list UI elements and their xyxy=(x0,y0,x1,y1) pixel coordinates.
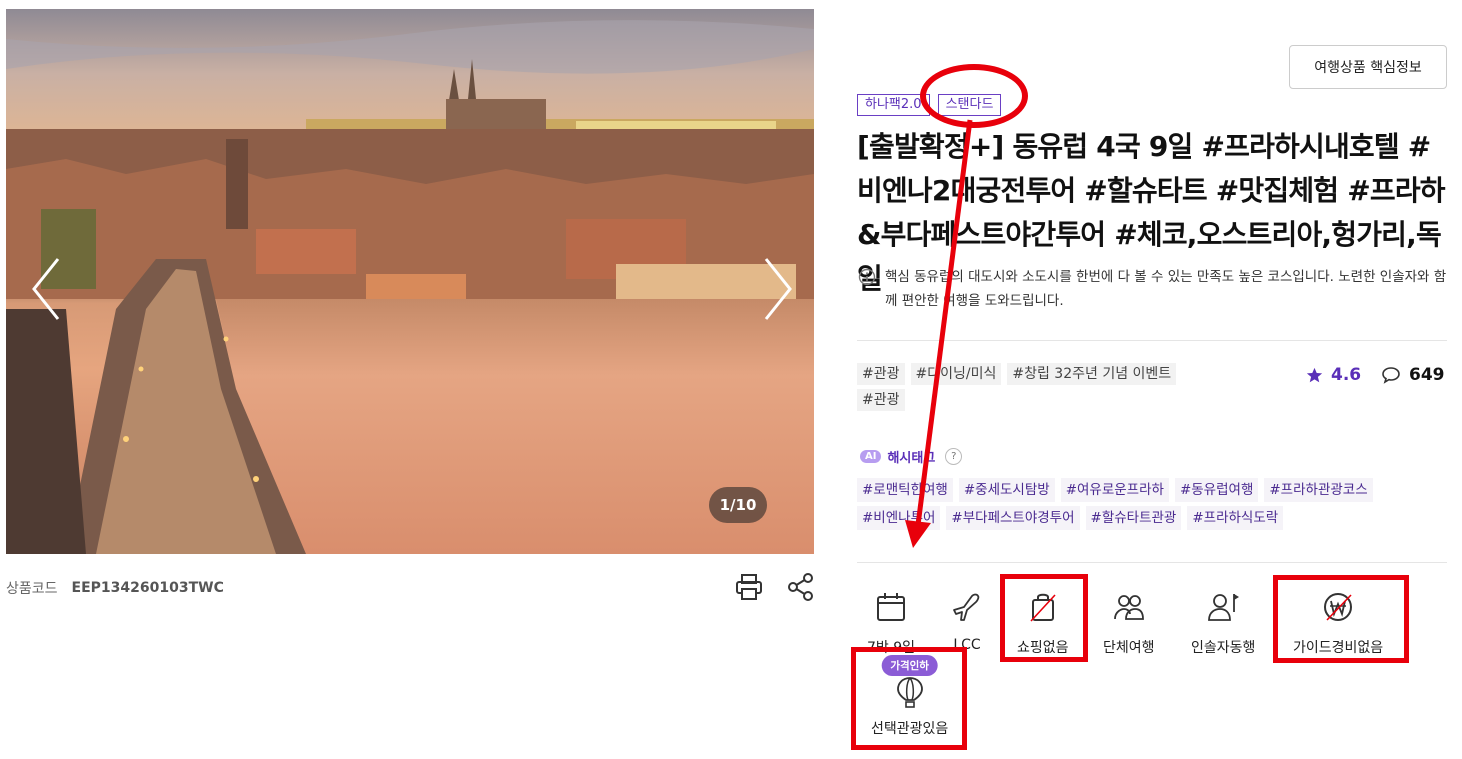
annotation-arrow xyxy=(905,119,973,548)
